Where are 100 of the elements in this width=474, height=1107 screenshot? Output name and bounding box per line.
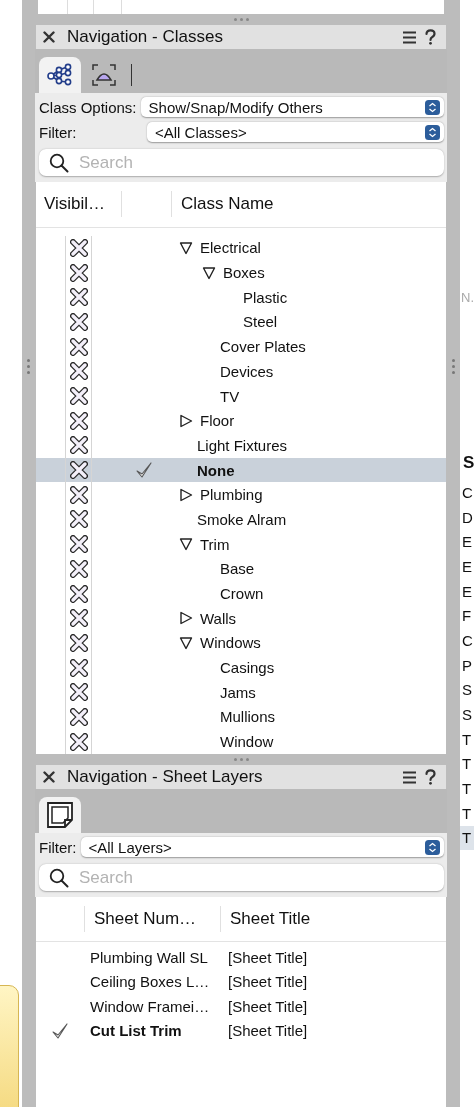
class-row[interactable]: Cover Plates xyxy=(36,334,446,359)
sheet-title[interactable]: [Sheet Title] xyxy=(221,1022,446,1040)
class-row[interactable]: Steel xyxy=(36,309,446,335)
list-row[interactable]: E xyxy=(460,554,474,579)
class-name: Boxes xyxy=(223,264,265,282)
class-row[interactable]: None xyxy=(36,457,446,483)
class-name: Crown xyxy=(220,585,264,603)
sheet-number[interactable]: Window Framei… xyxy=(84,997,221,1015)
visibility-icon[interactable] xyxy=(69,658,88,677)
class-row[interactable]: Devices xyxy=(36,359,446,384)
sheet-title[interactable]: [Sheet Title] xyxy=(221,997,446,1015)
filter-dropdown[interactable]: <All Layers> xyxy=(80,837,444,857)
list-row[interactable]: T xyxy=(460,825,474,851)
visibility-icon[interactable] xyxy=(69,535,88,554)
sheet-title[interactable]: [Sheet Title] xyxy=(221,973,446,991)
class-row[interactable]: Trim xyxy=(36,531,446,557)
visibility-icon[interactable] xyxy=(69,238,88,257)
column-header[interactable]: Visibil… xyxy=(36,191,121,218)
visibility-icon[interactable] xyxy=(69,461,88,480)
disclosure-triangle-icon[interactable] xyxy=(179,413,193,428)
visibility-icon[interactable] xyxy=(69,584,88,603)
class-row[interactable]: Base xyxy=(36,556,446,582)
class-name: TV xyxy=(220,387,240,405)
class-row[interactable]: Electrical xyxy=(36,235,446,261)
visibility-icon[interactable] xyxy=(69,337,88,356)
class-row[interactable]: Boxes xyxy=(36,260,446,285)
list-row[interactable]: S xyxy=(460,677,474,703)
class-name: Window xyxy=(220,733,274,751)
class-name: Smoke Alram xyxy=(197,510,287,528)
class-name: Jams xyxy=(220,683,256,701)
class-row[interactable]: Light Fixtures xyxy=(36,433,446,458)
list-row[interactable]: F xyxy=(460,603,474,629)
visibility-icon[interactable] xyxy=(69,387,88,406)
list-row[interactable]: D xyxy=(460,504,474,530)
list-row[interactable]: T xyxy=(460,726,474,752)
close-icon[interactable] xyxy=(43,771,55,783)
class-row[interactable]: Jams xyxy=(36,679,446,705)
class-name: Trim xyxy=(200,535,230,553)
disclosure-triangle-icon[interactable] xyxy=(179,635,193,650)
class-row[interactable]: Floor xyxy=(36,408,446,434)
visibility-icon[interactable] xyxy=(69,288,88,307)
column-header[interactable]: Sheet Title xyxy=(220,906,446,932)
list-row[interactable]: P xyxy=(460,652,474,678)
help-icon[interactable] xyxy=(425,769,436,785)
sheet-number[interactable]: Cut List Trim xyxy=(84,1022,221,1040)
visibility-icon[interactable] xyxy=(69,683,88,702)
class-row[interactable]: Plastic xyxy=(36,284,446,310)
close-icon[interactable] xyxy=(43,31,55,43)
palette-tab[interactable] xyxy=(39,797,81,833)
class-row[interactable]: Walls xyxy=(36,605,446,631)
class-name: Floor xyxy=(200,412,235,430)
column-header[interactable]: Class Name xyxy=(171,191,446,218)
list-row[interactable]: S xyxy=(460,702,474,727)
search-field[interactable]: Search xyxy=(39,149,444,176)
visibility-icon[interactable] xyxy=(69,633,88,652)
visibility-icon[interactable] xyxy=(69,732,88,751)
list-row[interactable]: E xyxy=(460,529,474,555)
list-row[interactable]: C xyxy=(460,480,474,505)
menu-icon[interactable] xyxy=(402,30,417,44)
column-header[interactable]: Sheet Num… xyxy=(84,906,220,932)
search-field[interactable]: Search xyxy=(39,864,444,891)
disclosure-triangle-icon[interactable] xyxy=(179,611,193,626)
class-row[interactable]: TV xyxy=(36,383,446,409)
class-row[interactable]: Plumbing xyxy=(36,482,446,508)
class-row[interactable]: Casings xyxy=(36,655,446,680)
sheet-number[interactable]: Ceiling Boxes L… xyxy=(84,973,221,991)
checkmark-icon xyxy=(135,461,153,480)
sheet-title[interactable]: [Sheet Title] xyxy=(221,948,446,966)
list-row[interactable]: T xyxy=(460,800,474,826)
disclosure-triangle-icon[interactable] xyxy=(179,537,193,552)
class-row[interactable]: Windows xyxy=(36,630,446,656)
class-row[interactable]: Mullions xyxy=(36,704,446,730)
class-row[interactable]: Window xyxy=(36,729,446,754)
visibility-icon[interactable] xyxy=(69,312,88,331)
filter-dropdown[interactable]: <All Classes> xyxy=(147,122,444,142)
list-row[interactable]: T xyxy=(460,776,474,801)
menu-icon[interactable] xyxy=(402,770,417,784)
class-row[interactable]: Crown xyxy=(36,581,446,606)
list-row[interactable]: C xyxy=(460,628,474,653)
search-icon xyxy=(49,153,69,173)
disclosure-triangle-icon[interactable] xyxy=(179,487,193,502)
class-row[interactable]: Smoke Alram xyxy=(36,507,446,532)
help-icon[interactable] xyxy=(425,29,436,45)
class-name: Steel xyxy=(243,313,278,331)
visibility-icon[interactable] xyxy=(69,559,88,578)
visibility-icon[interactable] xyxy=(69,510,88,529)
disclosure-triangle-icon[interactable] xyxy=(202,265,216,280)
list-row[interactable]: T xyxy=(460,751,474,777)
visibility-icon[interactable] xyxy=(69,609,88,628)
visibility-icon[interactable] xyxy=(69,263,88,282)
sheet-number[interactable]: Plumbing Wall SL xyxy=(84,948,221,966)
visibility-icon[interactable] xyxy=(69,485,88,504)
disclosure-triangle-icon[interactable] xyxy=(179,240,193,255)
list-row[interactable]: E xyxy=(460,578,474,604)
palette-tab[interactable] xyxy=(39,57,81,93)
visibility-icon[interactable] xyxy=(69,436,88,455)
visibility-icon[interactable] xyxy=(69,411,88,430)
class-options-dropdown[interactable]: Show/Snap/Modify Others xyxy=(140,97,444,117)
visibility-icon[interactable] xyxy=(69,362,88,381)
visibility-icon[interactable] xyxy=(69,707,88,726)
